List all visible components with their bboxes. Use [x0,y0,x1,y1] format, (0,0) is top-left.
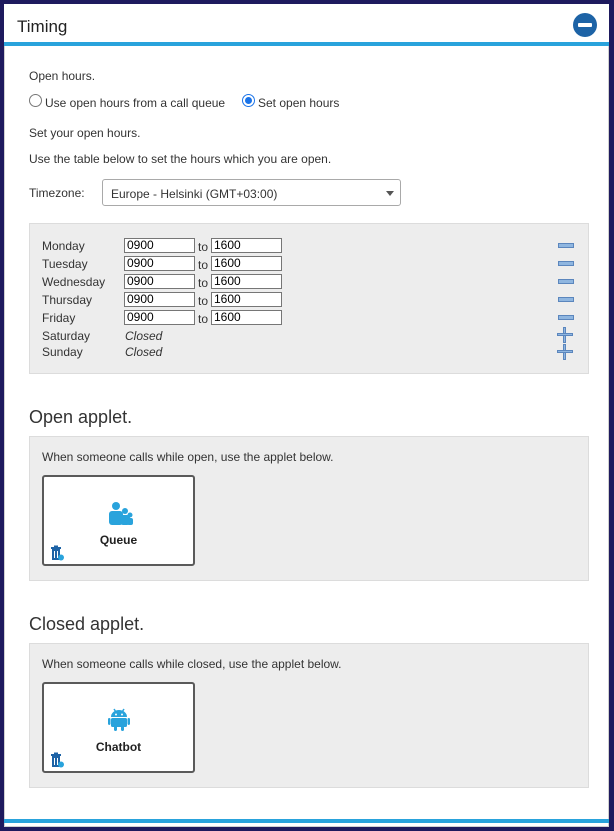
to-label: to [198,312,209,326]
saturday-status: Closed [125,329,163,343]
day-label-monday: Monday [42,239,85,253]
queue-people-icon [109,502,133,525]
add-saturday-icon[interactable] [557,327,573,343]
tuesday-to-input[interactable]: 1600 [211,256,282,271]
hours-table [29,223,589,374]
day-label-wednesday: Wednesday [42,275,106,289]
queue-applet-label: Queue [99,533,138,547]
set-hours-text: Set your open hours. [29,126,141,140]
delete-applet-icon[interactable] [50,752,64,768]
wednesday-from-input[interactable]: 0900 [124,274,195,289]
sunday-status: Closed [125,345,163,359]
table-instructions: Use the table below to set the hours whi… [29,152,332,166]
tuesday-from-input[interactable]: 0900 [124,256,195,271]
collapse-icon[interactable] [573,13,597,37]
monday-to-input[interactable]: 1600 [211,238,282,253]
chatbot-applet-label: Chatbot [95,740,142,754]
monday-from-input[interactable]: 0900 [124,238,195,253]
remove-tuesday-icon[interactable] [558,261,574,266]
timezone-label: Timezone: [29,186,85,200]
open-applet-text: When someone calls while open, use the a… [42,450,334,464]
to-label: to [198,258,209,272]
day-label-saturday: Saturday [42,329,91,343]
queue-applet[interactable]: Queue [42,475,195,566]
remove-wednesday-icon[interactable] [558,279,574,284]
open-hours-heading: Open hours. [29,69,96,83]
wednesday-to-input[interactable]: 1600 [211,274,282,289]
radio-set-open-hours-label[interactable]: Set open hours [258,96,339,110]
to-label: to [198,294,209,308]
thursday-to-input[interactable]: 1600 [211,292,282,307]
remove-thursday-icon[interactable] [558,297,574,302]
friday-from-input[interactable]: 0900 [124,310,195,325]
radio-set-open-hours[interactable] [242,94,255,107]
closed-applet-heading: Closed applet. [29,614,145,634]
timezone-select[interactable]: Europe - Helsinki (GMT+03:00) [102,179,401,206]
delete-applet-icon[interactable] [50,545,64,561]
day-label-thursday: Thursday [42,293,93,307]
thursday-from-input[interactable]: 0900 [124,292,195,307]
friday-to-input[interactable]: 1600 [211,310,282,325]
radio-call-queue-label[interactable]: Use open hours from a call queue [45,96,225,110]
remove-monday-icon[interactable] [558,243,574,248]
radio-call-queue[interactable] [29,94,42,107]
to-label: to [198,240,209,254]
android-robot-icon [108,708,130,731]
remove-friday-icon[interactable] [558,315,574,320]
dropdown-caret-icon [386,191,394,196]
closed-applet-text: When someone calls while closed, use the… [42,657,342,671]
to-label: to [198,276,209,290]
chatbot-applet[interactable]: Chatbot [42,682,195,773]
add-sunday-icon[interactable] [557,344,573,360]
timezone-value: Europe - Helsinki (GMT+03:00) [111,187,278,201]
open-applet-heading: Open applet. [29,407,133,427]
day-label-friday: Friday [42,311,76,325]
day-label-sunday: Sunday [42,345,83,359]
bottom-accent-bar [4,819,609,823]
page-title: Timing [17,17,68,36]
panel-header: Timing [4,4,609,46]
day-label-tuesday: Tuesday [42,257,88,271]
